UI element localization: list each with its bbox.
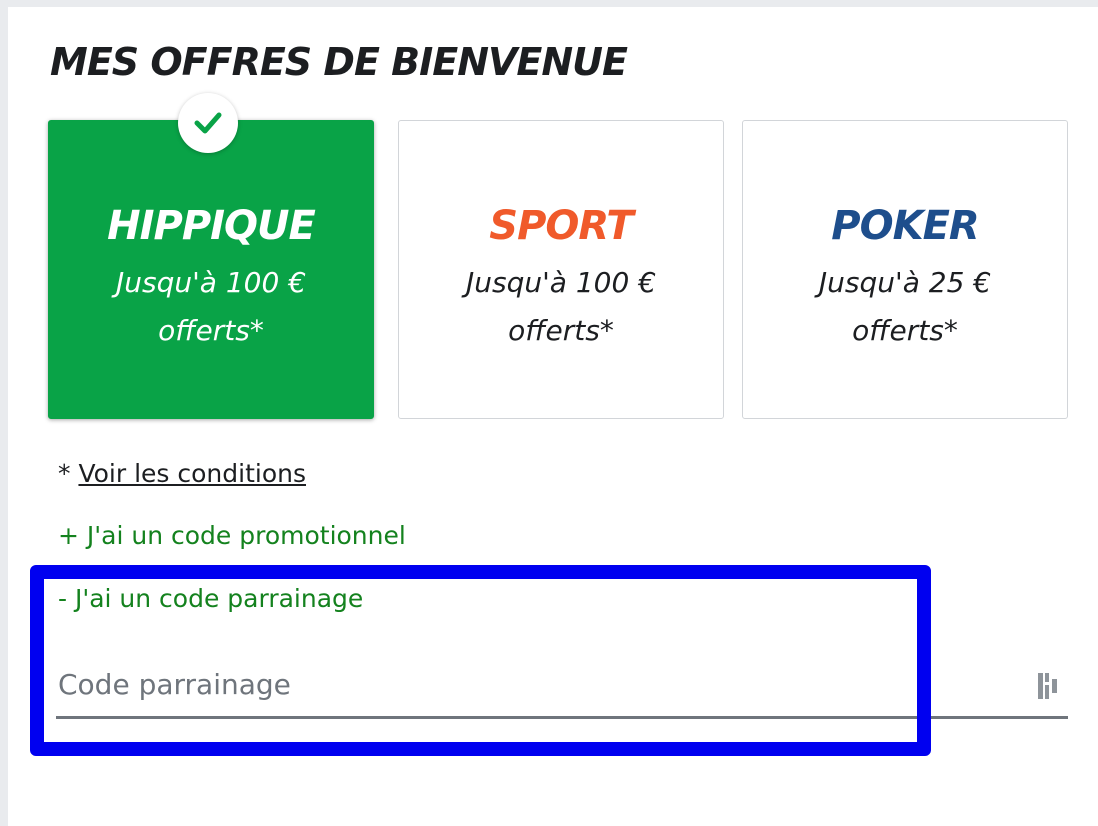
offer-card-sport[interactable]: SPORT Jusqu'à 100 € offerts* (398, 120, 724, 419)
referral-code-field (56, 655, 1068, 719)
offer-card-poker[interactable]: POKER Jusqu'à 25 € offerts* (742, 120, 1068, 419)
offer-name: HIPPIQUE (107, 203, 316, 249)
password-manager-icon[interactable] (1036, 671, 1060, 705)
conditions-link[interactable]: Voir les conditions (78, 459, 306, 488)
selected-check-icon (178, 93, 238, 153)
conditions-line: * Voir les conditions (58, 459, 306, 488)
offer-description: Jusqu'à 100 € offerts* (465, 266, 657, 347)
promo-code-toggle[interactable]: + J'ai un code promotionnel (58, 521, 406, 550)
offer-name: POKER (831, 203, 979, 249)
page-title: MES OFFRES DE BIENVENUE (50, 40, 628, 84)
conditions-prefix: * (58, 459, 79, 488)
offer-description: Jusqu'à 100 € offerts* (115, 266, 307, 347)
offer-description: Jusqu'à 25 € offerts* (818, 266, 992, 347)
offer-card-hippique[interactable]: HIPPIQUE Jusqu'à 100 € offerts* (48, 93, 374, 419)
referral-code-toggle[interactable]: - J'ai un code parrainage (58, 584, 363, 613)
offer-name: SPORT (489, 203, 633, 249)
referral-code-input[interactable] (56, 655, 1018, 713)
